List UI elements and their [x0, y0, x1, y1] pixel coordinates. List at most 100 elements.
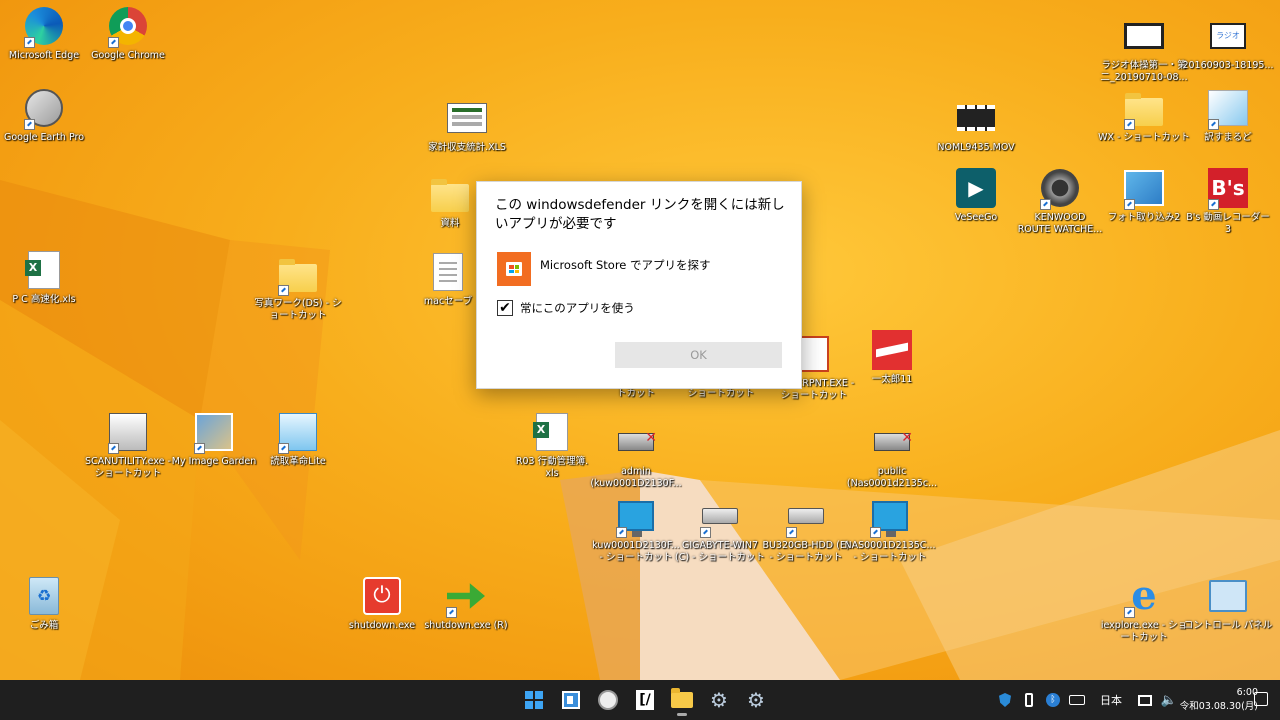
network-computer-icon: [614, 494, 658, 538]
desktop-icon-google-earth-pro[interactable]: Google Earth Pro: [0, 86, 90, 144]
start-button[interactable]: [518, 684, 550, 716]
recycle-bin-icon: ♻: [22, 574, 66, 618]
desktop-icon-shutdown-r[interactable]: shutdown.exe (R): [420, 574, 512, 632]
scanner-icon: [106, 410, 150, 454]
desktop-icon-public-network[interactable]: public (Nas0001d2135c...: [846, 420, 938, 490]
desktop-icon-yomitori-kakumei[interactable]: 読取革命Lite: [252, 410, 344, 468]
notification-icon[interactable]: [1254, 692, 1268, 706]
desktop-icon-microsoft-edge[interactable]: Microsoft Edge: [0, 4, 90, 62]
desktop-icon-photo-torikomi[interactable]: フォト取り込み2: [1098, 166, 1190, 224]
tray-defender[interactable]: [996, 691, 1014, 709]
open-link-dialog: この windowsdefender リンクを開くには新しいアプリが必要です M…: [476, 181, 802, 389]
microsoft-store-icon: [497, 252, 531, 286]
desktop-icon-wx-shortcut[interactable]: WX - ショートカット: [1098, 86, 1190, 144]
always-use-app-row[interactable]: ✔ 常にこのアプリを使う: [497, 300, 635, 316]
desktop-icon-gigabyte-win7[interactable]: GIGABYTE-WIN7 (C) - ショートカット: [674, 494, 766, 564]
desktop-icon-label: admin (kuw0001D2130F...: [590, 466, 682, 489]
desktop-icon-iexplore[interactable]: e iexplore.exe - ショ ートカット: [1098, 574, 1190, 644]
always-use-app-label: 常にこのアプリを使う: [520, 301, 635, 315]
desktop-icon-label: 資料: [440, 218, 460, 229]
tray-usb[interactable]: [1020, 691, 1038, 709]
ok-button[interactable]: OK: [615, 342, 782, 368]
desktop-icon-nas-shortcut[interactable]: NAS0001D2135C... - ショートカット: [844, 494, 936, 564]
desktop-icon-label: 一太郎11: [871, 374, 913, 385]
taskbar-app-tile[interactable]: [555, 684, 587, 716]
internet-explorer-icon: e: [1122, 574, 1166, 618]
desktop-icon-pc-kousokuka-xls[interactable]: P C 高速化.xls: [0, 248, 90, 306]
desktop-icon-mac-save[interactable]: macセーブ: [420, 250, 476, 308]
radio-video-icon: ラジオ: [1206, 14, 1250, 58]
hard-drive-icon: [784, 494, 828, 538]
network-computer-icon: [868, 494, 912, 538]
chrome-icon: [106, 4, 150, 48]
taskbar-file-explorer[interactable]: [666, 684, 698, 716]
desktop-icon-label: 写真ワーク(DS) - シ ョートカット: [254, 298, 342, 321]
desktop-icon-20160903[interactable]: ラジオ 20160903-18195...: [1182, 14, 1274, 72]
desktop-icon-google-chrome[interactable]: Google Chrome: [82, 4, 174, 62]
desktop-icon-label: 訳すまるど: [1204, 132, 1252, 143]
desktop-icon-noml9435-mov[interactable]: NOML9435.MOV: [930, 96, 1022, 154]
desktop-icon-radio-taiso[interactable]: ラジオ体操第一・第 二_20190710-08...: [1098, 14, 1190, 84]
taskbar-clock[interactable]: 6:00 令和03.08.30(月): [1168, 686, 1258, 714]
desktop-icon-ichitaro[interactable]: 一太郎11: [846, 328, 938, 386]
shield-icon: [999, 693, 1011, 707]
desktop-icon-label: iexplore.exe - ショ ートカット: [1100, 620, 1188, 643]
taskbar-app-gears[interactable]: ⚙: [703, 684, 735, 716]
desktop-icon-label: kuw0001D2130F... - ショートカット: [592, 540, 680, 563]
disconnected-network-drive-icon: [870, 420, 914, 464]
desktop-icon-bs-video-recorder[interactable]: B's B's 動画レコーダー 3: [1182, 166, 1274, 236]
taskbar-settings[interactable]: ⚙: [740, 684, 772, 716]
desktop-icon-label: shutdown.exe (R): [424, 620, 508, 631]
microsoft-store-option[interactable]: Microsoft Store でアプリを探す: [497, 252, 787, 286]
desktop-icon-shiryo-folder[interactable]: 資料: [430, 172, 470, 230]
text-file-icon: [426, 250, 470, 294]
desktop-icon-my-image-garden[interactable]: My Image Garden: [168, 410, 260, 468]
desktop-icon-label: WX - ショートカット: [1098, 132, 1190, 143]
desktop-icon-kakei-xls[interactable]: 家計収支統計.XLS: [421, 96, 513, 154]
desktop-icon-recycle-bin[interactable]: ♻ ごみ箱: [0, 574, 90, 632]
translator-app-icon: [1206, 86, 1250, 130]
gears-icon: ⚙: [710, 688, 728, 712]
desktop-icon-label: トカット: [616, 388, 655, 399]
desktop-icon-scanutility[interactable]: SCANUTILITY.exe - ショートカット: [82, 410, 174, 480]
taskbar: [/ ⚙ ⚙ ᛒ 日本 🔈 6:00 令和03.08.30(月): [0, 680, 1280, 720]
desktop-icon-shashin-work[interactable]: 写真ワーク(DS) - シ ョートカット: [252, 252, 344, 322]
windows-logo-icon: [525, 691, 543, 709]
desktop-icon-label: B's 動画レコーダー 3: [1186, 212, 1270, 235]
ime-indicator[interactable]: 日本: [1100, 692, 1122, 708]
compass-icon: [598, 690, 618, 710]
video-file-icon: [954, 96, 998, 140]
desktop-icon-control-panel[interactable]: コントロール パネル: [1182, 574, 1274, 632]
desktop-icon-label: SCANUTILITY.exe - ショートカット: [85, 456, 171, 479]
excel-file-icon: [22, 248, 66, 292]
tray-keyboard[interactable]: [1068, 691, 1086, 709]
desktop-icon-yakusu-marudo[interactable]: 訳すまるど: [1182, 86, 1274, 144]
desktop-icon-label: P C 高速化.xls: [12, 294, 76, 305]
tray-network[interactable]: [1136, 691, 1154, 709]
desktop-icon-shutdown[interactable]: ⏻ shutdown.exe: [336, 574, 428, 632]
desktop-icon-admin-network[interactable]: admin (kuw0001D2130F...: [590, 420, 682, 490]
desktop-icon-r03-koudou-xls[interactable]: R03 行動管理簿. xls: [506, 410, 598, 480]
desktop-icon-kenwood-route-watcher[interactable]: KENWOOD ROUTE WATCHE...: [1014, 166, 1106, 236]
desktop-icon-label: 20160903-18195...: [1182, 60, 1274, 71]
desktop-icon-kuw-shortcut[interactable]: kuw0001D2130F... - ショートカット: [590, 494, 682, 564]
desktop-icon-label: NAS0001D2135C... - ショートカット: [844, 540, 936, 563]
taskbar-app-compass[interactable]: [592, 684, 624, 716]
keyboard-icon: [1069, 695, 1085, 705]
video-thumbnail-icon: [1122, 14, 1166, 58]
taskbar-pinned-apps: [/ ⚙ ⚙: [518, 684, 772, 716]
desktop-icon-bu320gb-hdd[interactable]: BU320GB-HDD (E) - ショートカット: [760, 494, 852, 564]
desktop-icon-label: ショートカット: [687, 388, 755, 399]
desktop-icon-label: ラジオ体操第一・第 二_20190710-08...: [1100, 60, 1188, 83]
desktop-icon-label: NOML9435.MOV: [937, 142, 1015, 153]
always-use-app-checkbox[interactable]: ✔: [497, 300, 513, 316]
desktop-icon-label: KENWOOD ROUTE WATCHE...: [1017, 212, 1103, 235]
desktop-icon-label: public (Nas0001d2135c...: [846, 466, 938, 489]
tray-bluetooth[interactable]: ᛒ: [1044, 691, 1062, 709]
desktop-icon-veseego[interactable]: ▶ VeSeeGo: [930, 166, 1022, 224]
excel-file-icon: [530, 410, 574, 454]
control-panel-icon: [1206, 574, 1250, 618]
usb-icon: [1025, 693, 1033, 707]
clock-time: 6:00: [1236, 687, 1258, 698]
taskbar-app-bracket[interactable]: [/: [629, 684, 661, 716]
